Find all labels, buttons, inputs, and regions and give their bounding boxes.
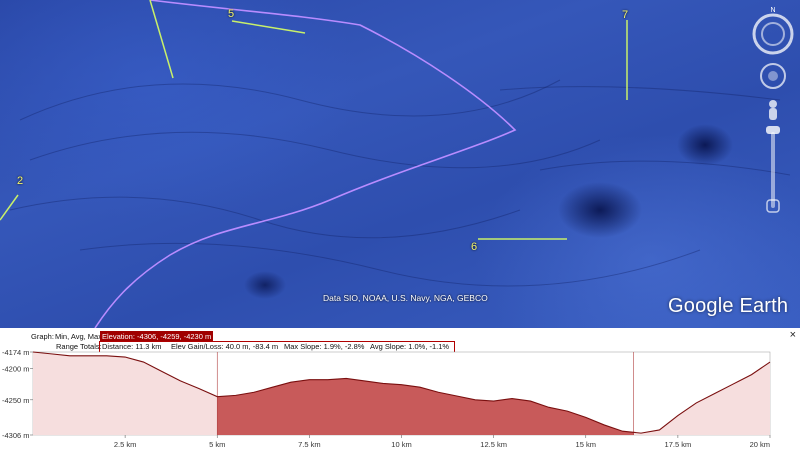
- x-tick-label: 2.5 km: [114, 440, 137, 449]
- route-line-2: [0, 194, 19, 221]
- x-tick-label: 17.5 km: [665, 440, 692, 449]
- route-label-5: 5: [228, 8, 235, 20]
- x-tick-label: 7.5 km: [298, 440, 321, 449]
- route-line-5: [231, 20, 306, 34]
- seafloor-texture: [9, 79, 791, 287]
- elevation-chart[interactable]: -4174 m -4200 m -4250 m -4306 m 2.5 km 5 km 7.…: [0, 350, 800, 454]
- compass-north-label: N: [770, 7, 775, 14]
- y-tick-label: -4174 m: [2, 350, 30, 357]
- x-tick-label: 5 km: [209, 440, 225, 449]
- x-tick-label: 15 km: [576, 440, 596, 449]
- street-view-pegman-icon[interactable]: [769, 100, 777, 120]
- y-tick-label: -4250 m: [2, 396, 30, 405]
- graph-label: Graph:: [31, 332, 54, 341]
- navigation-controls: N: [752, 4, 796, 214]
- x-tick-label: 12.5 km: [480, 440, 507, 449]
- track-path: [94, 0, 517, 328]
- x-tick-label: 20 km: [750, 440, 770, 449]
- route-label-7: 7: [622, 9, 629, 21]
- route-label-2: 2: [17, 175, 24, 187]
- look-joystick-icon[interactable]: [760, 63, 786, 89]
- y-tick-label: -4306 m: [2, 431, 30, 440]
- elevation-profile-panel: Graph: Min, Avg, Max Elevation: -4306, -…: [0, 328, 800, 454]
- map-overlay: [0, 0, 791, 328]
- x-tick-label: 10 km: [391, 440, 411, 449]
- google-earth-logo: Google Earth: [668, 295, 789, 317]
- route-line-5a: [149, 0, 174, 79]
- close-profile-button[interactable]: ×: [790, 329, 796, 341]
- zoom-slider-icon[interactable]: [766, 126, 780, 213]
- map-view[interactable]: 2 5 6 7 Data SIO, NOAA, U.S. Navy, NGA, …: [0, 0, 800, 328]
- route-label-6: 6: [471, 241, 478, 253]
- y-tick-label: -4200 m: [2, 364, 30, 373]
- map-attribution: Data SIO, NOAA, U.S. Navy, NGA, GEBCO: [323, 293, 488, 303]
- compass-icon[interactable]: N: [752, 7, 794, 55]
